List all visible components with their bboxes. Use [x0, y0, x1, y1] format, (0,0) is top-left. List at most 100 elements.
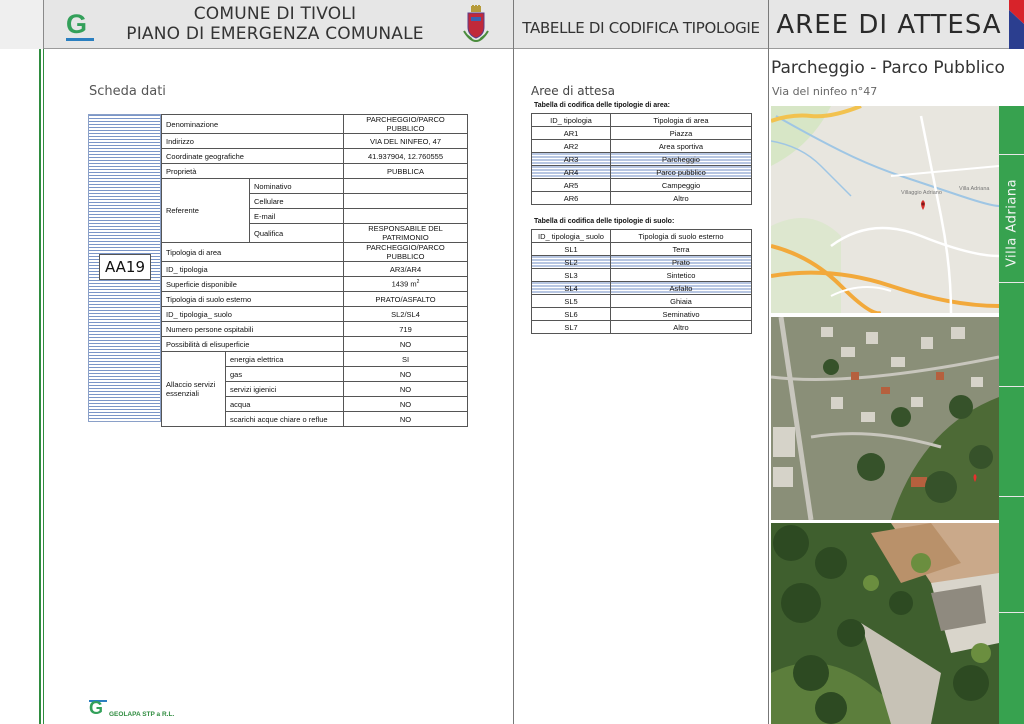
- row-value: [343, 193, 468, 209]
- corner-flag-icon: [1009, 0, 1024, 49]
- table-row: Referente Nominativo: [161, 178, 468, 243]
- table-header-row: ID_ tipologia Tipologia di area: [531, 113, 752, 127]
- code-cell: SL6: [531, 307, 611, 321]
- municipality-title: COMUNE DI TIVOLI PIANO DI EMERGENZA COMU…: [110, 4, 440, 44]
- table-row: SL3 Sintetico: [531, 268, 752, 282]
- type-cell: Prato: [610, 255, 752, 269]
- row-label: ID_ tipologia: [161, 261, 344, 277]
- column-header: ID_ tipologia: [531, 113, 611, 127]
- title-line-2: PIANO DI EMERGENZA COMUNALE: [126, 24, 424, 44]
- type-cell: Parcheggio: [610, 152, 752, 166]
- table-row: AR3 Parcheggio: [531, 152, 752, 166]
- frame-line-left: [39, 49, 41, 724]
- row-value: PUBBLICA: [343, 163, 468, 179]
- row-value: 41.937904, 12.760555: [343, 148, 468, 164]
- code-cell: SL3: [531, 268, 611, 282]
- row-sublabel: Nominativo: [249, 178, 344, 194]
- suolo-codes-table: ID_ tipologia_ suolo Tipologia di suolo …: [531, 229, 752, 334]
- table-row: AR4 Parco pubblico: [531, 165, 752, 179]
- area-code-badge: AA19: [99, 254, 151, 280]
- row-sublabel: E-mail: [249, 208, 344, 224]
- table-header-row: ID_ tipologia_ suolo Tipologia di suolo …: [531, 229, 752, 243]
- logo-bar: [66, 38, 94, 41]
- row-sublabel: energia elettrica: [225, 351, 344, 367]
- footer-logo: G: [89, 698, 109, 720]
- frame-line-left-inner: [43, 49, 44, 724]
- table-row: Coordinate geografiche 41.937904, 12.760…: [161, 148, 468, 164]
- logo-letter: G: [66, 9, 88, 39]
- table-row: Tipologia di area PARCHEGGIO/PARCO PUBBL…: [161, 242, 468, 262]
- type-cell: Parco pubblico: [610, 165, 752, 179]
- column-divider: [768, 49, 769, 724]
- table-row: Possibilità di elisuperficie NO: [161, 336, 468, 352]
- map-label-villa: Villa Adriana: [959, 186, 990, 192]
- side-label-text: Villa Adriana: [1004, 178, 1020, 268]
- page-header: G COMUNE DI TIVOLI PIANO DI EMERGENZA CO…: [0, 0, 1024, 49]
- section-title-aree: AREE DI ATTESA: [776, 10, 1002, 40]
- table-row: SL4 Asfalto: [531, 281, 752, 295]
- scheda-data-table: Denominazione PARCHEGGIO/PARCO PUBBLICO …: [161, 114, 468, 427]
- side-bar-separator: [999, 612, 1024, 613]
- table-row: SL5 Ghiaia: [531, 294, 752, 308]
- side-bar-separator: [999, 154, 1024, 155]
- type-cell: Piazza: [610, 126, 752, 140]
- type-cell: Campeggio: [610, 178, 752, 192]
- table-row: Tipologia di suolo esterno PRATO/ASFALTO: [161, 291, 468, 307]
- row-label: Possibilità di elisuperficie: [161, 336, 344, 352]
- type-cell: Seminativo: [610, 307, 752, 321]
- row-sublabel: Cellulare: [249, 193, 344, 209]
- table-row: SL1 Terra: [531, 242, 752, 256]
- row-label: Proprietà: [161, 163, 344, 179]
- side-label-villa-adriana: Villa Adriana: [1001, 168, 1023, 278]
- type-cell: Area sportiva: [610, 139, 752, 153]
- type-cell: Terra: [610, 242, 752, 256]
- geolapa-logo: G: [66, 9, 96, 41]
- row-value: PRATO/ASFALTO: [343, 291, 468, 307]
- map-label-village: Villaggio Adriano: [901, 190, 942, 196]
- table-row: Superficie disponibile 1439 m2: [161, 276, 468, 292]
- row-label: Tipologia di area: [161, 242, 344, 262]
- row-value: NO: [343, 411, 468, 427]
- column-divider: [513, 49, 514, 724]
- column-header: Tipologia di area: [610, 113, 752, 127]
- code-cell: SL4: [531, 281, 611, 295]
- code-cell: AR5: [531, 178, 611, 192]
- area-table-caption: Tabella di codifica delle tipologie di a…: [534, 102, 671, 109]
- coat-of-arms-icon: [463, 5, 489, 43]
- table-row: Numero persone ospitabili 719: [161, 321, 468, 337]
- table-row: SL6 Seminativo: [531, 307, 752, 321]
- row-label: Tipologia di suolo esterno: [161, 291, 344, 307]
- code-cell: SL7: [531, 320, 611, 334]
- type-cell: Asfalto: [610, 281, 752, 295]
- table-row: ID_ tipologia_ suolo SL2/SL4: [161, 306, 468, 322]
- table-row: SL7 Altro: [531, 320, 752, 334]
- header-left-strip: [0, 0, 44, 49]
- table-row: Indirizzo VIA DEL NINFEO, 47: [161, 133, 468, 149]
- table-row: Allaccio servizi essenziali energia elet…: [161, 351, 468, 427]
- row-label: Superficie disponibile: [161, 276, 344, 292]
- row-value: 1439 m2: [343, 276, 468, 292]
- type-cell: Altro: [610, 191, 752, 205]
- oblique-photo-graphic: [771, 523, 999, 724]
- side-bar-separator: [999, 386, 1024, 387]
- code-cell: AR6: [531, 191, 611, 205]
- row-value: SL2/SL4: [343, 306, 468, 322]
- row-value: VIA DEL NINFEO, 47: [343, 133, 468, 149]
- row-value: NO: [343, 381, 468, 397]
- suolo-table-caption: Tabella di codifica delle tipologie di s…: [534, 218, 675, 225]
- title-line-1: COMUNE DI TIVOLI: [193, 4, 357, 24]
- table-row: AR5 Campeggio: [531, 178, 752, 192]
- code-cell: SL2: [531, 255, 611, 269]
- code-cell: AR1: [531, 126, 611, 140]
- code-cell: SL1: [531, 242, 611, 256]
- table-row: SL2 Prato: [531, 255, 752, 269]
- section-tab-codifica: TABELLE DI CODIFICA TIPOLOGIE: [522, 19, 760, 37]
- aerial-photo: [771, 317, 999, 520]
- code-cell: AR3: [531, 152, 611, 166]
- table-row: ID_ tipologia AR3/AR4: [161, 261, 468, 277]
- row-label: Allaccio servizi essenziali: [161, 351, 226, 427]
- row-label: Numero persone ospitabili: [161, 321, 344, 337]
- type-cell: Sintetico: [610, 268, 752, 282]
- row-value: RESPONSABILE DEL PATRIMONIO: [343, 223, 468, 243]
- row-value: NO: [343, 396, 468, 412]
